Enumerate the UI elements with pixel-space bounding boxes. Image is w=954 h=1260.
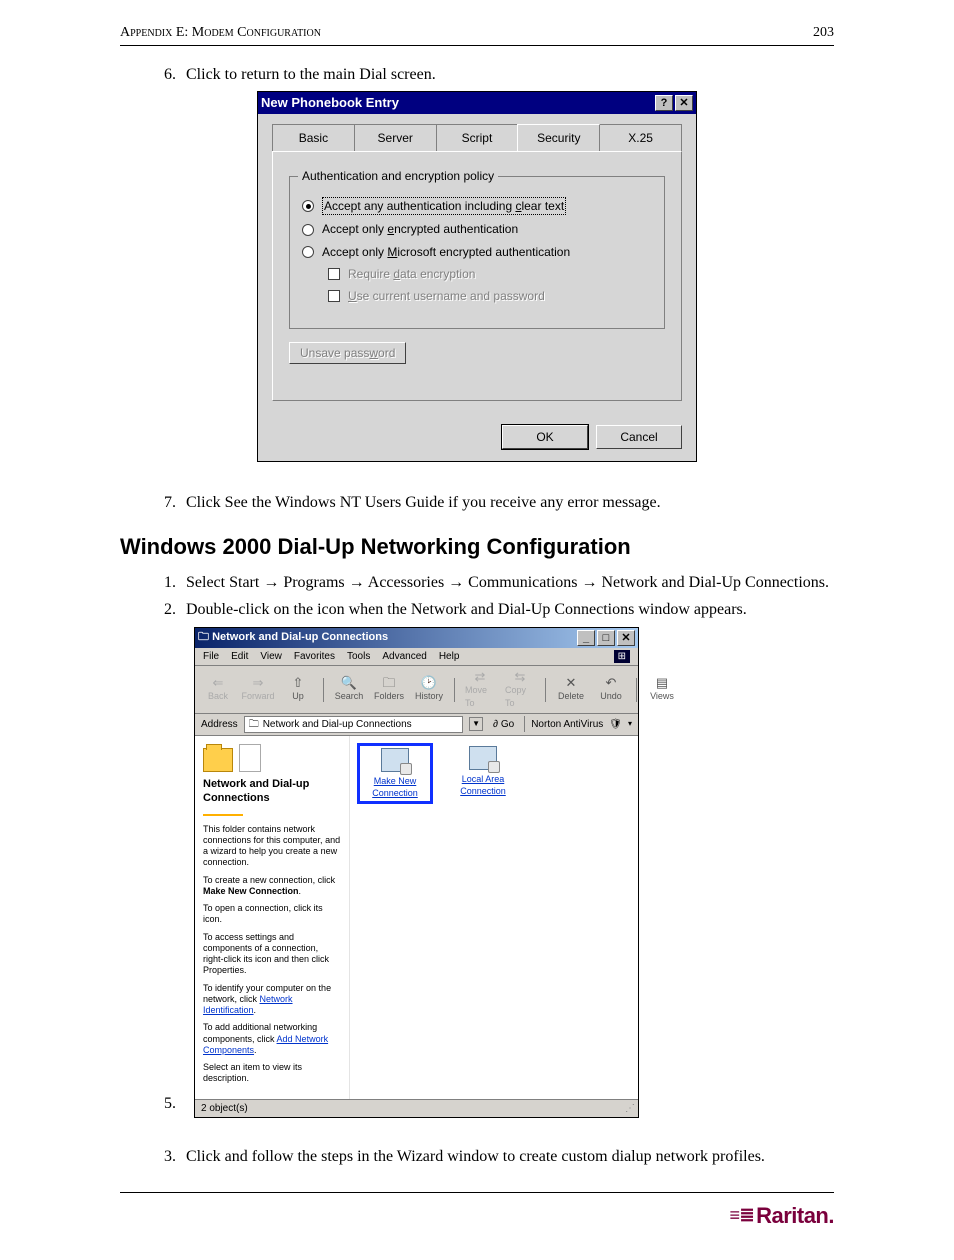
pane-p7: Select an item to view its description. bbox=[203, 1062, 341, 1085]
checkbox-use-current-creds bbox=[328, 290, 340, 302]
tool-copy-to: ⇆Copy To bbox=[505, 670, 535, 708]
folder-icon: 🗀 bbox=[249, 718, 259, 732]
phonebook-dialog: New Phonebook Entry ? ✕ Basic Server Scr… bbox=[257, 91, 697, 462]
radio-encrypted-only[interactable] bbox=[302, 224, 314, 236]
make-new-connection-icon[interactable]: Make New Connection bbox=[360, 746, 430, 801]
dialog-title: New Phonebook Entry bbox=[261, 94, 399, 112]
tool-undo[interactable]: ↶Undo bbox=[596, 676, 626, 702]
menu-file[interactable]: File bbox=[203, 650, 219, 664]
pane-p6: To add additional networking components,… bbox=[203, 1022, 341, 1056]
menu-view[interactable]: View bbox=[260, 650, 282, 664]
win2k-title: 🗀 Network and Dial-up Connections bbox=[198, 630, 388, 645]
tab-script[interactable]: Script bbox=[436, 124, 519, 151]
tool-search[interactable]: 🔍Search bbox=[334, 676, 364, 702]
ol-item-3: Click and follow the steps in the Wizard… bbox=[180, 1146, 834, 1168]
tool-move-to: ⇄Move To bbox=[465, 670, 495, 708]
checkbox-use-current-creds-label: Use current username and password bbox=[348, 288, 545, 304]
status-text: 2 object(s) bbox=[201, 1102, 248, 1116]
tool-history[interactable]: 🕑History bbox=[414, 676, 444, 702]
radio-accept-any[interactable] bbox=[302, 200, 314, 212]
toolbar: ⇐Back ⇒Forward ⇧Up 🔍Search 🗀Folders 🕑History ⇄… bbox=[195, 666, 638, 713]
menu-edit[interactable]: Edit bbox=[231, 650, 248, 664]
brand-logo: ≡≣Raritan. bbox=[729, 1203, 834, 1228]
group-legend: Authentication and encryption policy bbox=[298, 168, 498, 184]
pane-p3: To open a connection, click its icon. bbox=[203, 903, 341, 926]
pane-p4: To access settings and components of a c… bbox=[203, 932, 341, 977]
address-input[interactable]: 🗀 Network and Dial-up Connections bbox=[244, 716, 463, 734]
close-icon[interactable]: ✕ bbox=[617, 630, 635, 646]
folder-icon bbox=[203, 748, 233, 772]
minimize-icon[interactable]: _ bbox=[577, 630, 595, 646]
tool-folders[interactable]: 🗀Folders bbox=[374, 676, 404, 702]
step-6: Click to return to the main Dial screen. bbox=[180, 64, 834, 86]
norton-icon[interactable]: 🛡 bbox=[609, 718, 622, 732]
menu-advanced[interactable]: Advanced bbox=[382, 650, 426, 664]
unsave-password-button: Unsave password bbox=[289, 342, 406, 364]
header-page-num: 203 bbox=[813, 24, 834, 43]
radio-encrypted-only-label: Accept only encrypted authentication bbox=[322, 221, 518, 237]
step-7: Click See the Windows NT Users Guide if … bbox=[180, 492, 834, 514]
radio-ms-encrypted[interactable] bbox=[302, 246, 314, 258]
network-connections-window: 🗀 Network and Dial-up Connections _ □ ✕ … bbox=[194, 627, 639, 1118]
pane-title: Network and Dial-up Connections bbox=[203, 778, 341, 806]
tab-basic[interactable]: Basic bbox=[272, 124, 355, 151]
section-heading: Windows 2000 Dial-Up Networking Configur… bbox=[120, 532, 834, 562]
local-area-connection-icon[interactable]: Local Area Connection bbox=[448, 746, 518, 797]
checkbox-require-encryption bbox=[328, 268, 340, 280]
auth-encryption-group: Authentication and encryption policy Acc… bbox=[289, 176, 665, 329]
tool-views[interactable]: ▤Views bbox=[647, 676, 677, 702]
ol-item-2: Double-click on the icon when the Networ… bbox=[180, 599, 834, 621]
menu-tools[interactable]: Tools bbox=[347, 650, 370, 664]
menu-brand-icon: ⊞ bbox=[614, 650, 630, 664]
close-icon[interactable]: ✕ bbox=[675, 95, 693, 111]
ok-button[interactable]: OK bbox=[502, 425, 588, 449]
header-left: Appendix E: Modem Configuration bbox=[120, 24, 321, 43]
norton-label: Norton AntiVirus bbox=[531, 718, 603, 732]
tab-security[interactable]: Security bbox=[517, 124, 600, 151]
tab-server[interactable]: Server bbox=[354, 124, 437, 151]
menu-help[interactable]: Help bbox=[439, 650, 460, 664]
pane-p5: To identify your computer on the network… bbox=[203, 983, 341, 1017]
menu-bar: File Edit View Favorites Tools Advanced … bbox=[195, 648, 638, 667]
tab-x25[interactable]: X.25 bbox=[599, 124, 682, 151]
pane-p1: This folder contains network connections… bbox=[203, 824, 341, 869]
go-button[interactable]: ∂ Go bbox=[489, 718, 518, 732]
cancel-button[interactable]: Cancel bbox=[596, 425, 682, 449]
resize-grip-icon[interactable]: ⋰ bbox=[625, 1102, 632, 1116]
menu-favorites[interactable]: Favorites bbox=[294, 650, 335, 664]
tool-delete[interactable]: ✕Delete bbox=[556, 676, 586, 702]
checkbox-require-encryption-label: Require data encryption bbox=[348, 266, 475, 282]
help-icon[interactable]: ? bbox=[655, 95, 673, 111]
chevron-down-icon[interactable]: ▼ bbox=[469, 717, 483, 731]
maximize-icon[interactable]: □ bbox=[597, 630, 615, 646]
tool-up[interactable]: ⇧Up bbox=[283, 676, 313, 702]
inline-number-5: 5. bbox=[120, 1093, 176, 1119]
address-label: Address bbox=[201, 718, 238, 732]
pane-p2: To create a new connection, click Make N… bbox=[203, 875, 341, 898]
tool-back: ⇐Back bbox=[203, 676, 233, 702]
ol-item-1: Select Start → Programs → Accessories → … bbox=[180, 572, 834, 594]
radio-accept-any-label: Accept any authentication including clea… bbox=[322, 197, 566, 215]
tool-forward: ⇒Forward bbox=[243, 676, 273, 702]
norton-dropdown-icon[interactable]: ▾ bbox=[628, 719, 632, 730]
radio-ms-encrypted-label: Accept only Microsoft encrypted authenti… bbox=[322, 244, 570, 260]
